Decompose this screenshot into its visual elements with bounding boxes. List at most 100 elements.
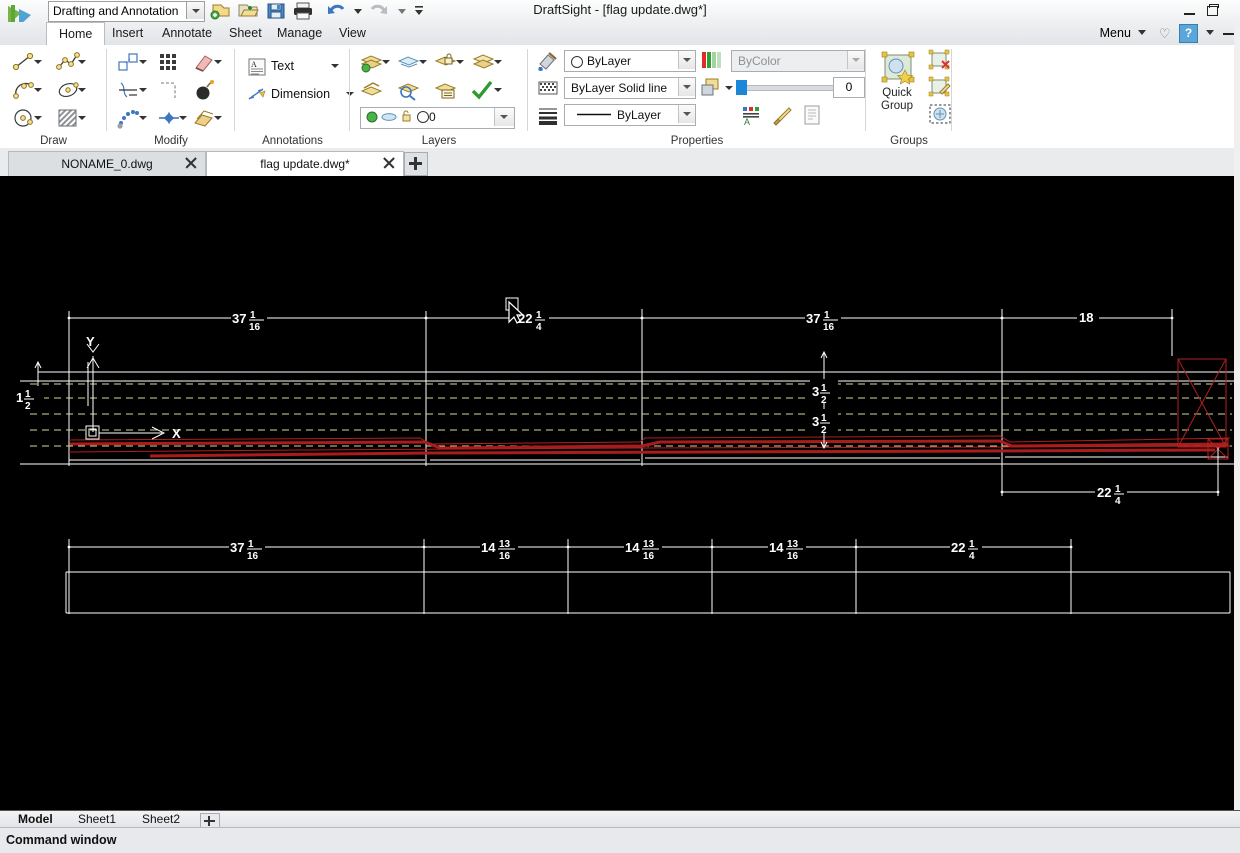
panel-groups: Quick Group Groups	[866, 45, 952, 148]
text-button-label: Text	[271, 59, 294, 73]
erase-dropdown-icon[interactable]	[213, 51, 222, 73]
lineweight-icon[interactable]	[536, 104, 560, 126]
properties-sheet-icon[interactable]	[800, 104, 824, 126]
color-picker-icon[interactable]	[536, 50, 560, 72]
new-tab-button[interactable]	[404, 152, 428, 176]
command-window[interactable]: Command window	[0, 827, 1240, 853]
sheet-tab-sheet1[interactable]: Sheet1	[68, 811, 126, 828]
svg-text:16: 16	[247, 551, 259, 562]
dimension-label: 37 1 16	[229, 537, 265, 562]
text-icon: A	[247, 57, 267, 77]
menu-button-label[interactable]: Menu	[1100, 22, 1131, 45]
linestyle-selector[interactable]: ByLayer Solid line	[564, 77, 696, 99]
tab-view[interactable]: View	[327, 22, 378, 45]
layer-activate-dropdown-icon[interactable]	[493, 79, 502, 101]
tab-manage[interactable]: Manage	[265, 22, 334, 45]
split-dropdown-icon[interactable]	[138, 107, 147, 129]
line-dropdown-icon[interactable]	[33, 51, 42, 73]
linestyle-chevron-down-icon[interactable]	[678, 78, 695, 96]
svg-text:4: 4	[969, 551, 975, 562]
chevron-down-icon[interactable]	[1138, 30, 1147, 36]
tab-annotate[interactable]: Annotate	[150, 22, 224, 45]
svg-text:16: 16	[823, 322, 835, 333]
svg-text:1: 1	[1115, 484, 1121, 495]
center-vertical-dimensions: 3 1 2 3 1 2	[810, 350, 838, 450]
current-layer-selector[interactable]: 0	[360, 107, 515, 129]
layers-manager-dropdown-icon[interactable]	[381, 51, 390, 73]
color-swatch-icon	[571, 56, 583, 68]
explode-icon[interactable]	[192, 79, 216, 101]
text-button[interactable]: A Text	[247, 55, 319, 79]
circle-dropdown-icon[interactable]	[33, 107, 42, 129]
svg-text:13: 13	[643, 539, 655, 550]
move-dropdown-icon[interactable]	[138, 51, 147, 73]
stretch-dropdown-icon[interactable]	[178, 107, 187, 129]
print-style-chevron-down-icon[interactable]	[847, 51, 864, 69]
close-icon[interactable]	[382, 156, 395, 169]
panel-label-draw: Draw	[40, 135, 67, 147]
layer-previous-dropdown-icon[interactable]	[493, 51, 502, 73]
maximize-icon[interactable]	[1204, 4, 1220, 18]
dimension-icon	[247, 85, 267, 105]
doc-tab-flag-update[interactable]: flag update.dwg*	[206, 151, 404, 177]
layer-tools-icon[interactable]	[434, 79, 458, 101]
sheet-tab-sheet2[interactable]: Sheet2	[132, 811, 190, 828]
polyline-dropdown-icon[interactable]	[77, 51, 86, 73]
color-palette-icon[interactable]	[700, 50, 724, 72]
dimension-label: 14 13 16	[480, 537, 518, 562]
transparency-value[interactable]: 0	[833, 77, 865, 98]
text-dropdown-icon[interactable]	[330, 55, 339, 77]
ellipse-dropdown-icon[interactable]	[77, 79, 86, 101]
ungroup-icon[interactable]	[928, 49, 952, 71]
fillet-icon[interactable]	[157, 79, 181, 101]
svg-text:37: 37	[230, 540, 244, 555]
layer-lock-dropdown-icon[interactable]	[455, 51, 464, 73]
svg-text:2: 2	[821, 395, 827, 406]
panel-label-modify: Modify	[154, 135, 188, 147]
linestyle-icon[interactable]	[536, 77, 560, 99]
edit-group-icon[interactable]	[928, 76, 952, 98]
arc-dropdown-icon[interactable]	[33, 79, 42, 101]
svg-text:1: 1	[824, 310, 830, 321]
offset-dropdown-icon[interactable]	[213, 107, 222, 129]
lineweight-chevron-down-icon[interactable]	[678, 105, 695, 123]
color-chevron-down-icon[interactable]	[678, 51, 695, 69]
print-style-selector[interactable]: ByColor	[731, 50, 865, 72]
panel-label-properties: Properties	[670, 135, 724, 147]
color-selector[interactable]: ByLayer	[564, 50, 696, 72]
layer-freeze-dropdown-icon[interactable]	[418, 51, 427, 73]
layer-inspect-icon[interactable]	[397, 79, 421, 101]
svg-text:16: 16	[787, 551, 799, 562]
hatch-dropdown-icon[interactable]	[77, 107, 86, 129]
vertical-scrollbar[interactable]	[1234, 22, 1240, 826]
minimize-icon[interactable]	[1182, 4, 1198, 18]
help-chevron-down-icon[interactable]	[1205, 30, 1214, 36]
layer-activate-icon[interactable]	[470, 79, 494, 101]
trim-dropdown-icon[interactable]	[138, 79, 147, 101]
help-button[interactable]: ?	[1179, 24, 1199, 44]
match-properties-icon[interactable]: A	[740, 104, 764, 127]
current-layer-chevron-down-icon[interactable]	[494, 108, 514, 126]
svg-text:1: 1	[25, 389, 31, 400]
favorites-icon[interactable]: ♡	[1159, 22, 1171, 45]
command-window-title: Command window	[6, 833, 117, 847]
close-icon[interactable]	[184, 156, 197, 169]
doc-tab-label: NONAME_0.dwg	[61, 157, 153, 171]
svg-text:A: A	[744, 117, 750, 126]
lineweight-selector[interactable]: ByLayer	[564, 104, 696, 126]
print-style-icon[interactable]	[700, 77, 724, 99]
group-selection-icon[interactable]	[928, 103, 952, 125]
paint-brush-icon[interactable]	[771, 104, 795, 126]
drawing-canvas[interactable]: .dimline{stroke:#ffffff;stroke-width:1;}…	[0, 176, 1240, 810]
layer-merge-icon[interactable]	[360, 79, 384, 101]
pattern-icon[interactable]	[157, 51, 181, 73]
sheet-tab-model[interactable]: Model	[8, 811, 63, 828]
dimension-button[interactable]: Dimension	[247, 83, 339, 107]
doc-tab-noname[interactable]: NONAME_0.dwg	[8, 151, 206, 177]
panel-layers: 0 Layers	[350, 45, 528, 148]
print-style-tool-dropdown-icon[interactable]	[724, 77, 733, 99]
tab-home[interactable]: Home	[46, 22, 106, 47]
tab-insert[interactable]: Insert	[100, 22, 155, 45]
quick-group-button[interactable]: Quick Group	[868, 47, 926, 123]
svg-text:1: 1	[250, 310, 256, 321]
